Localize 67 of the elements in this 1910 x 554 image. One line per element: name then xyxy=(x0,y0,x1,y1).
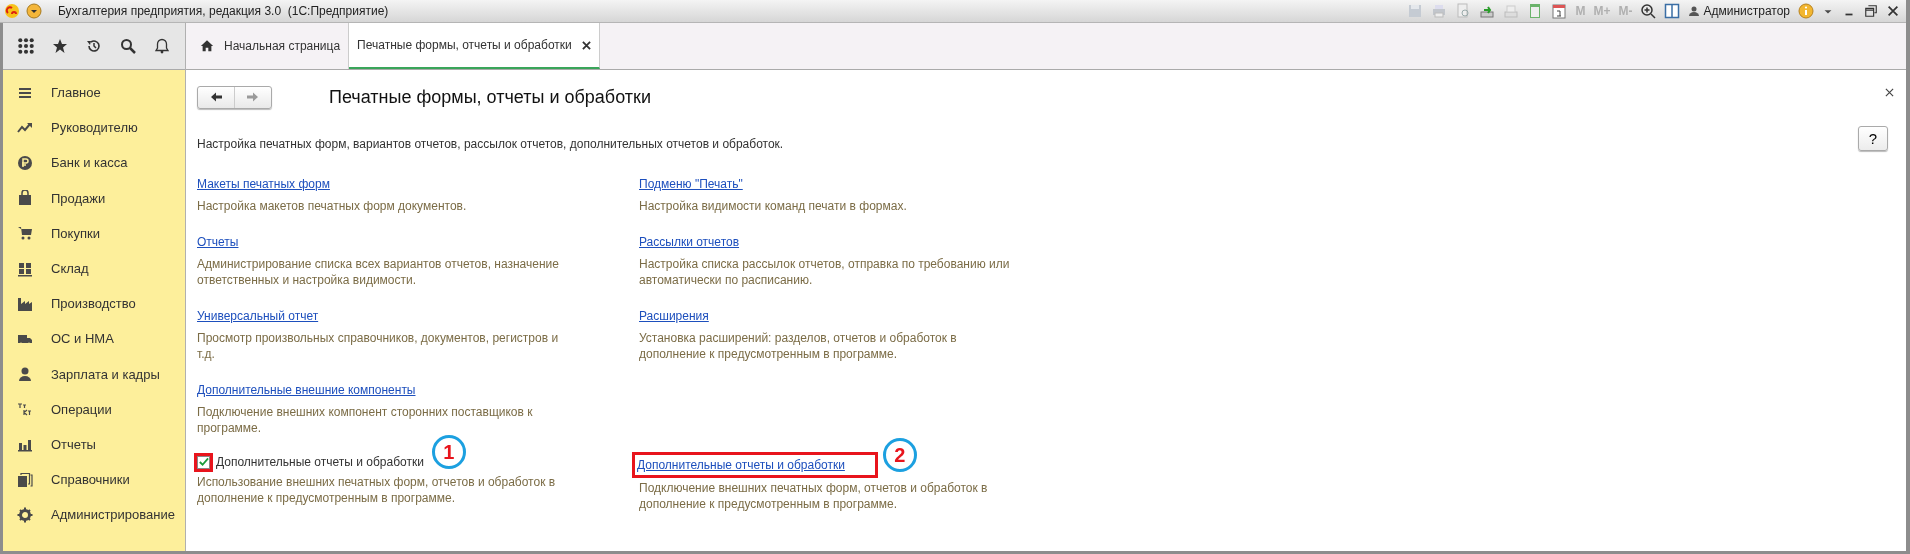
description: Установка расширений: разделов, отчетов и обработок в дополнение к предусмотренным в программе. xyxy=(639,330,958,362)
close-icon[interactable] xyxy=(1886,4,1900,18)
sidebar-item[interactable]: Склад xyxy=(51,261,89,277)
cart-icon[interactable] xyxy=(17,225,33,242)
sidebar-item[interactable]: Банк и касса xyxy=(51,155,128,171)
sidebar-item[interactable]: Администрирование xyxy=(51,507,175,523)
sidebar-item[interactable]: Справочники xyxy=(51,472,130,488)
ruble-icon[interactable] xyxy=(17,154,33,171)
info-icon[interactable] xyxy=(1798,3,1814,19)
user-icon xyxy=(1688,5,1701,17)
description: Подключение внешних печатных форм, отчетов и обработок в дополнение к предусмотренным в программе. xyxy=(639,480,989,512)
close-icon[interactable] xyxy=(1885,88,1894,97)
window-title: Бухгалтерия предприятия, редакция 3.0 (1С:Предприятие) xyxy=(58,4,389,18)
back-arrow-icon[interactable] xyxy=(209,90,223,104)
callout-number: 2 xyxy=(882,438,917,472)
checkbox[interactable] xyxy=(197,455,210,469)
form-title: Печатные формы, отчеты и обработки xyxy=(329,86,651,108)
close-tab-icon[interactable] xyxy=(581,40,591,50)
factory-icon[interactable] xyxy=(17,295,33,312)
sidebar-item[interactable]: Продажи xyxy=(51,190,106,206)
link[interactable]: Универсальный отчет xyxy=(197,307,319,325)
sidebar-item[interactable]: ОС и НМА xyxy=(51,331,114,347)
zoom-in-icon[interactable] xyxy=(1640,3,1657,19)
bag-icon[interactable] xyxy=(17,190,33,207)
description: Подключение внешних компонент сторонних поставщиков к программе. xyxy=(197,404,534,436)
books-icon[interactable] xyxy=(17,471,33,488)
app-logo-icon xyxy=(4,3,20,19)
link[interactable]: Расширения xyxy=(639,307,709,325)
star-icon[interactable] xyxy=(52,38,68,54)
description: Настройка макетов печатных форм документов. xyxy=(197,198,468,214)
calendar-icon[interactable] xyxy=(1551,3,1568,19)
form-description: Настройка печатных форм, вариантов отчетов, рассылок отчетов, дополнительных отчетов и обработок. xyxy=(197,137,784,151)
callout-number: 1 xyxy=(431,435,466,469)
sidebar-item[interactable]: Зарплата и кадры xyxy=(51,366,160,382)
link[interactable]: Дополнительные внешние компоненты xyxy=(197,381,416,399)
sidebar-item[interactable]: Главное xyxy=(51,85,101,101)
description: Настройка видимости команд печати в формах. xyxy=(639,198,908,214)
description: Использование внешних печатных форм, отчетов и обработок в дополнение к предусмотренным в программе. xyxy=(197,474,557,506)
bell-icon[interactable] xyxy=(154,38,170,54)
dropdown-icon[interactable] xyxy=(26,3,42,19)
user-menu[interactable]: Администратор xyxy=(1688,4,1790,18)
sidebar-item[interactable]: Покупки xyxy=(51,225,100,241)
checkbox-label[interactable]: Дополнительные отчеты и обработки xyxy=(216,455,424,469)
link[interactable]: Рассылки отчетов xyxy=(639,233,740,251)
gear-icon[interactable] xyxy=(17,506,33,523)
description: Настройка списка рассылок отчетов, отправка по требованию или автоматически по расписанию. xyxy=(639,256,1011,288)
grid-icon[interactable] xyxy=(17,260,33,277)
tab[interactable]: Печатные формы, отчеты и обработки xyxy=(349,23,600,69)
person-icon[interactable] xyxy=(17,366,33,383)
restore-icon[interactable] xyxy=(1864,4,1878,18)
description: Просмотр произвольных справочников, документов, регистров и т.д. xyxy=(197,330,560,362)
search-icon[interactable] xyxy=(120,38,136,54)
home-icon xyxy=(200,39,214,53)
link[interactable]: Макеты печатных форм xyxy=(197,175,330,193)
forward-arrow-icon[interactable] xyxy=(246,90,260,104)
description: Администрирование списка всех вариантов отчетов, назначение ответственных и настройка видимости. xyxy=(197,256,560,288)
link[interactable]: Подменю "Печать" xyxy=(639,175,743,193)
sidebar-item[interactable]: Производство xyxy=(51,296,136,312)
help-button[interactable]: ? xyxy=(1858,125,1888,151)
link[interactable]: Отчеты xyxy=(197,233,239,251)
sidebar-item[interactable]: Операции xyxy=(51,401,112,417)
apps-grid-icon[interactable] xyxy=(18,38,34,54)
link[interactable]: Дополнительные отчеты и обработки xyxy=(635,455,875,475)
sidebar-item[interactable]: Руководителю xyxy=(51,120,138,136)
panel-icon[interactable] xyxy=(1664,3,1681,19)
history-icon[interactable] xyxy=(86,38,102,54)
sidebar-item[interactable]: Отчеты xyxy=(51,436,96,452)
